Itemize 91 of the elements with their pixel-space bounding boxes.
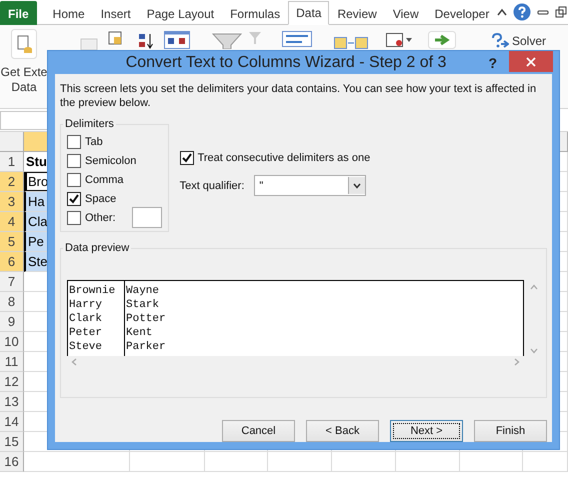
preview-text: Stark bbox=[125, 298, 160, 312]
solver-label[interactable]: Solver bbox=[512, 34, 546, 48]
checkbox-label[interactable]: Comma bbox=[85, 174, 124, 186]
cell-text: Bro bbox=[28, 174, 48, 189]
intro-text: This screen lets you set the delimiters your data contains. You can see how your text is affected in the preview below. bbox=[60, 82, 538, 110]
preview-text: Steve bbox=[68, 340, 104, 354]
checkbox[interactable] bbox=[180, 150, 194, 164]
restore-icon[interactable] bbox=[555, 6, 568, 18]
dialog-title: Convert Text to Columns Wizard - Step 2 of 3 bbox=[126, 54, 446, 72]
table-cell[interactable] bbox=[205, 452, 268, 472]
row-header[interactable]: 6 bbox=[0, 252, 24, 272]
ribbon-tab[interactable]: Data bbox=[288, 1, 330, 25]
help-icon[interactable] bbox=[513, 3, 532, 21]
cell-text: Ste bbox=[28, 254, 48, 269]
document-database-icon[interactable] bbox=[11, 29, 37, 59]
minimize-icon[interactable] bbox=[537, 8, 550, 16]
checkbox-label[interactable]: Space bbox=[85, 192, 116, 204]
validation-icon[interactable] bbox=[386, 33, 412, 47]
preview-text: Clark bbox=[68, 312, 104, 326]
other-input-field[interactable] bbox=[132, 207, 162, 228]
row-header[interactable]: 4 bbox=[0, 212, 24, 232]
row-header[interactable]: 12 bbox=[0, 372, 24, 392]
table-cell[interactable] bbox=[130, 452, 205, 472]
checkbox[interactable] bbox=[67, 154, 81, 168]
preview-text: Harry bbox=[68, 298, 104, 312]
table-cell[interactable] bbox=[396, 452, 460, 472]
text-to-columns-icon[interactable] bbox=[282, 31, 312, 47]
row-header[interactable]: 7 bbox=[0, 272, 24, 292]
row-header[interactable]: 3 bbox=[0, 192, 24, 212]
close-button[interactable] bbox=[509, 51, 553, 72]
row-header[interactable]: 2 bbox=[0, 172, 24, 192]
ribbon-tab[interactable]: Home bbox=[44, 2, 93, 25]
checkbox[interactable] bbox=[67, 172, 81, 186]
ribbon-tab[interactable]: Formulas bbox=[222, 2, 288, 25]
dialog-button[interactable]: Finish bbox=[474, 420, 547, 442]
checkbox[interactable] bbox=[67, 210, 81, 224]
sort-icon[interactable] bbox=[138, 33, 154, 49]
cell-text: Ha bbox=[28, 194, 45, 209]
row-header[interactable]: 15 bbox=[0, 432, 24, 452]
ribbon-tab[interactable]: Developer bbox=[426, 2, 498, 25]
solver-icon[interactable] bbox=[490, 33, 509, 49]
ribbon-tab[interactable]: View bbox=[384, 2, 427, 25]
cell-text: Stu bbox=[26, 154, 47, 169]
row-header[interactable]: 13 bbox=[0, 392, 24, 412]
row-header[interactable]: 1 bbox=[0, 152, 24, 172]
dialog-button[interactable]: < Back bbox=[306, 420, 379, 442]
row-header[interactable]: 10 bbox=[0, 332, 24, 352]
group-title: Delimiters bbox=[64, 118, 115, 130]
checkbox-label[interactable]: Tab bbox=[85, 136, 103, 148]
dialog-button[interactable]: Next > bbox=[390, 420, 463, 442]
row-header[interactable]: 5 bbox=[0, 232, 24, 252]
cell-text: Cla bbox=[28, 214, 48, 229]
ribbon-label[interactable]: Data bbox=[11, 80, 37, 95]
checkbox[interactable] bbox=[67, 134, 81, 148]
ribbon-tab[interactable]: Page Layout bbox=[138, 2, 222, 25]
checkbox-label[interactable]: Semicolon bbox=[85, 154, 136, 166]
checkbox-label[interactable]: Treat consecutive delimiters as one bbox=[198, 152, 370, 164]
columns-icon[interactable] bbox=[334, 37, 368, 49]
preview-text: Brownie bbox=[68, 284, 116, 298]
ribbon-tab[interactable]: Review bbox=[329, 2, 385, 25]
table-cell[interactable] bbox=[268, 452, 332, 472]
table-cell[interactable] bbox=[523, 452, 568, 472]
preview-text: Potter bbox=[125, 312, 166, 326]
ribbon-tab[interactable]: Insert bbox=[92, 2, 139, 25]
table-cell[interactable] bbox=[332, 452, 396, 472]
sort-table-icon[interactable] bbox=[164, 31, 190, 49]
database-icon[interactable] bbox=[108, 31, 124, 47]
preview-text: Kent bbox=[125, 326, 154, 340]
row-header[interactable]: 14 bbox=[0, 412, 24, 432]
collapse-ribbon-icon[interactable] bbox=[497, 8, 508, 16]
row-header[interactable]: 8 bbox=[0, 292, 24, 312]
preview-text: Parker bbox=[125, 340, 166, 354]
group-title: Data preview bbox=[64, 242, 130, 254]
help-button[interactable]: ? bbox=[488, 54, 497, 70]
text-qualifier-dropdown[interactable]: " bbox=[254, 175, 366, 196]
preview-text: Wayne bbox=[125, 284, 160, 298]
field-label: Text qualifier: bbox=[180, 180, 244, 192]
row-header[interactable]: 16 bbox=[0, 452, 24, 472]
dialog-button[interactable]: Cancel bbox=[222, 420, 295, 442]
table-cell[interactable] bbox=[24, 452, 130, 472]
row-header[interactable]: 9 bbox=[0, 312, 24, 332]
close-icon[interactable] bbox=[526, 56, 536, 66]
preview-text: Peter bbox=[68, 326, 104, 340]
chevron-down-icon[interactable] bbox=[353, 182, 362, 188]
row-header[interactable]: 11 bbox=[0, 352, 24, 372]
checkbox[interactable] bbox=[67, 192, 81, 206]
ribbon-tab[interactable]: File bbox=[0, 1, 37, 25]
checkbox-label[interactable]: Other: bbox=[85, 212, 116, 224]
ribbon-label[interactable]: Get Exte bbox=[0, 65, 48, 80]
table-cell[interactable] bbox=[460, 452, 523, 472]
cell-text: Pe bbox=[28, 234, 44, 249]
